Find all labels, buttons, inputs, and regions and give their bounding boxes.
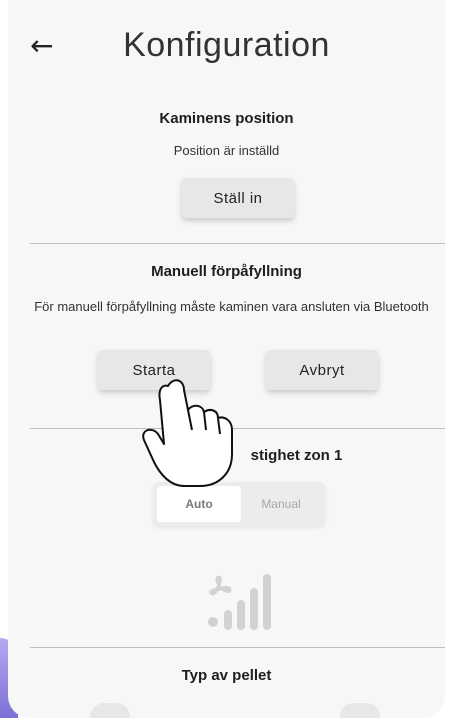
fan-speed-icon [208, 574, 271, 630]
manual-option[interactable]: Manual [239, 486, 323, 522]
position-status: Position är inställd [173, 143, 280, 158]
prefill-section-title: Manuell förpåfyllning [151, 263, 302, 280]
pellet-option-left[interactable] [90, 703, 130, 718]
position-section-title: Kaminens position [159, 110, 294, 127]
prefill-description: För manuell förpåfyllning måste kaminen … [34, 299, 429, 314]
page-title: Konfiguration [123, 26, 330, 64]
divider [30, 243, 445, 244]
header: ← Konfiguration [8, 18, 445, 78]
fan-speed-title: stighet zon 1 [250, 447, 343, 464]
divider [30, 647, 445, 648]
pellet-option-right[interactable] [340, 703, 380, 718]
pellet-type-title: Typ av pellet [181, 667, 272, 684]
set-position-button[interactable]: Ställ in [182, 178, 294, 218]
cancel-button[interactable]: Avbryt [266, 350, 378, 390]
hand-pointer-icon [142, 379, 233, 487]
app-screen: ← Konfiguration Kaminens position Positi… [8, 0, 445, 718]
